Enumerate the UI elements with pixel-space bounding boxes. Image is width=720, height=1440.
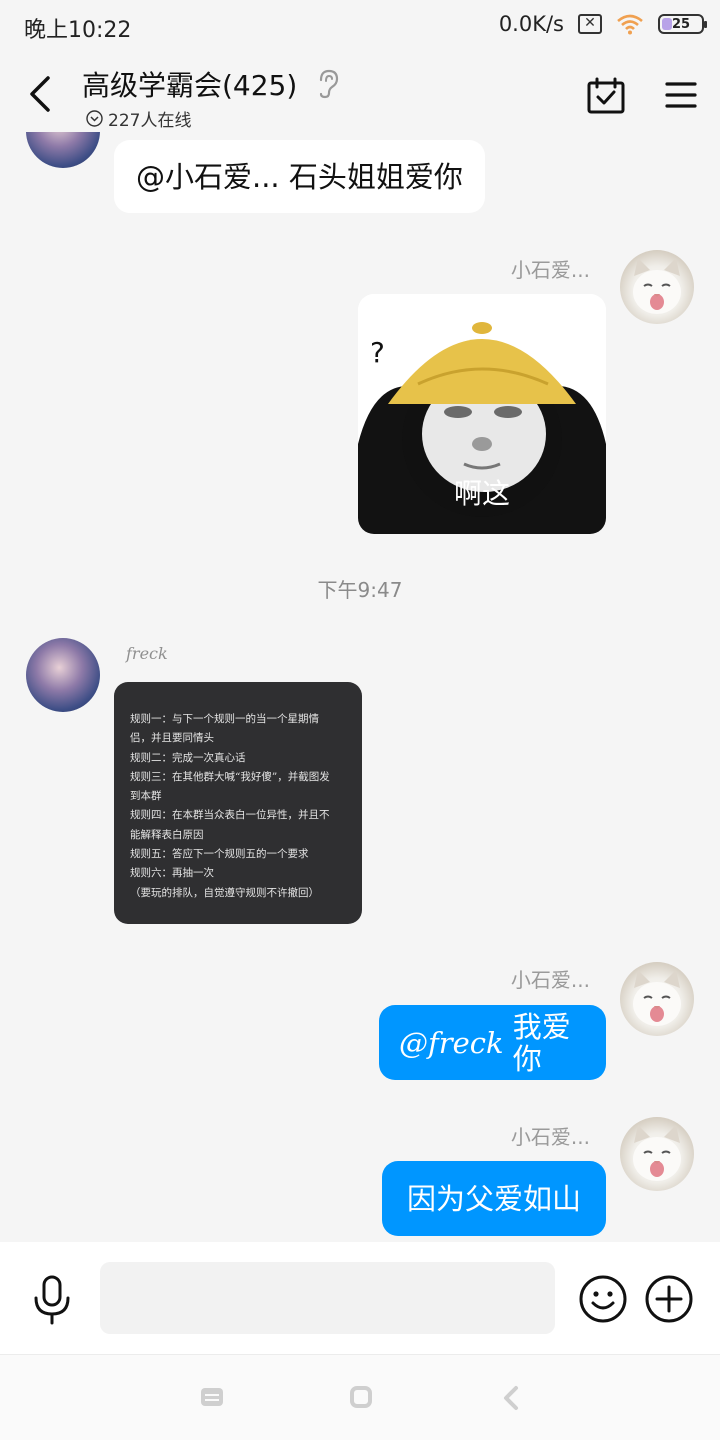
- chat-header: 高级学霸会(425) 227人在线: [0, 52, 720, 132]
- microphone-icon[interactable]: [30, 1274, 74, 1326]
- sticker-image[interactable]: ? 啊这: [358, 294, 606, 534]
- plus-icon[interactable]: [644, 1274, 694, 1324]
- avatar[interactable]: [26, 132, 100, 168]
- message-text: @小石爱... 石头姐姐爱你: [136, 159, 463, 194]
- message-input[interactable]: [100, 1262, 555, 1334]
- cat-face-icon: [633, 1125, 681, 1181]
- network-speed: 0.0K/s: [498, 12, 564, 36]
- message-list[interactable]: @小石爱... 石头姐姐爱你 小石爱... ? 啊这 下午9:47 freck …: [0, 132, 720, 1242]
- status-time: 晚上10:22: [24, 18, 132, 43]
- back-arrow-icon[interactable]: [22, 74, 58, 114]
- avatar[interactable]: [620, 1117, 694, 1191]
- cat-face-icon: [633, 258, 681, 314]
- rules-image[interactable]: 规则一：与下一个规则一的当一个星期情 侣，并且要同情头 规则二：完成一次真心话 …: [114, 682, 362, 924]
- rules-line: 规则六：再抽一次: [130, 867, 214, 880]
- group-title[interactable]: 高级学霸会(425): [82, 64, 297, 104]
- rules-line: 能解释表白原因: [130, 828, 204, 841]
- rules-line: 规则四：在本群当众表白一位异性，并且不: [130, 809, 330, 822]
- rules-line: （要玩的排队，自觉遵守规则不许撤回）: [130, 886, 319, 899]
- input-bar: [0, 1242, 720, 1354]
- svg-text:?: ?: [370, 336, 385, 369]
- wifi-icon: [617, 14, 643, 35]
- message-timestamp: 下午9:47: [317, 578, 403, 602]
- sticker-caption: 啊这: [453, 477, 510, 510]
- sender-name: 小石爱...: [510, 1125, 590, 1149]
- rules-line: 规则五：答应下一个规则五的一个要求: [130, 848, 309, 861]
- rules-line: 规则一：与下一个规则一的当一个星期情: [130, 713, 319, 725]
- cat-face-icon: [633, 970, 681, 1026]
- ear-icon[interactable]: [316, 68, 340, 100]
- battery-fill: [662, 18, 672, 30]
- online-count[interactable]: 227人在线: [86, 106, 191, 131]
- rules-line: 规则三：在其他群大喊“我好傻”，并截图发: [130, 770, 330, 783]
- calendar-check-icon[interactable]: [586, 76, 626, 116]
- status-icons: 0.0K/s ✕ 25: [498, 12, 707, 36]
- home-icon[interactable]: [350, 1386, 372, 1408]
- message-bubble[interactable]: @小石爱... 石头姐姐爱你: [114, 140, 485, 213]
- emoji-icon[interactable]: [578, 1274, 628, 1324]
- status-bar: 晚上10:22 0.0K/s ✕ 25: [0, 0, 720, 52]
- message-text: 因为父爱如山: [406, 1181, 581, 1216]
- message-bubble[interactable]: @freck 我爱你: [379, 1005, 606, 1080]
- sender-name: 小石爱...: [510, 968, 590, 992]
- sender-name: 小石爱...: [510, 258, 590, 282]
- avatar[interactable]: [620, 250, 694, 324]
- nav-back-icon[interactable]: [502, 1385, 520, 1411]
- system-nav-bar: [0, 1354, 720, 1440]
- chat-screen: 晚上10:22 0.0K/s ✕ 25 高级学霸会(425) 227人在线 @小…: [0, 0, 720, 1440]
- rules-line: 规则二：完成一次真心话: [130, 751, 246, 764]
- message-text: 我爱你: [512, 1009, 571, 1076]
- mention-text[interactable]: @freck: [399, 1027, 504, 1059]
- chevron-circle-down-icon: [86, 110, 103, 127]
- rules-line: 侣，并且要同情头: [130, 732, 214, 745]
- sim-off-icon: ✕: [578, 14, 602, 34]
- battery-level: 25: [671, 16, 691, 32]
- battery-icon: 25: [658, 14, 707, 34]
- rules-line: 到本群: [130, 790, 162, 803]
- avatar[interactable]: [26, 638, 100, 712]
- menu-icon[interactable]: [664, 80, 698, 110]
- sender-name: freck: [126, 644, 168, 663]
- message-bubble[interactable]: 因为父爱如山: [382, 1161, 606, 1236]
- avatar[interactable]: [620, 962, 694, 1036]
- recents-icon[interactable]: [200, 1386, 224, 1408]
- online-count-label: 227人在线: [108, 111, 192, 131]
